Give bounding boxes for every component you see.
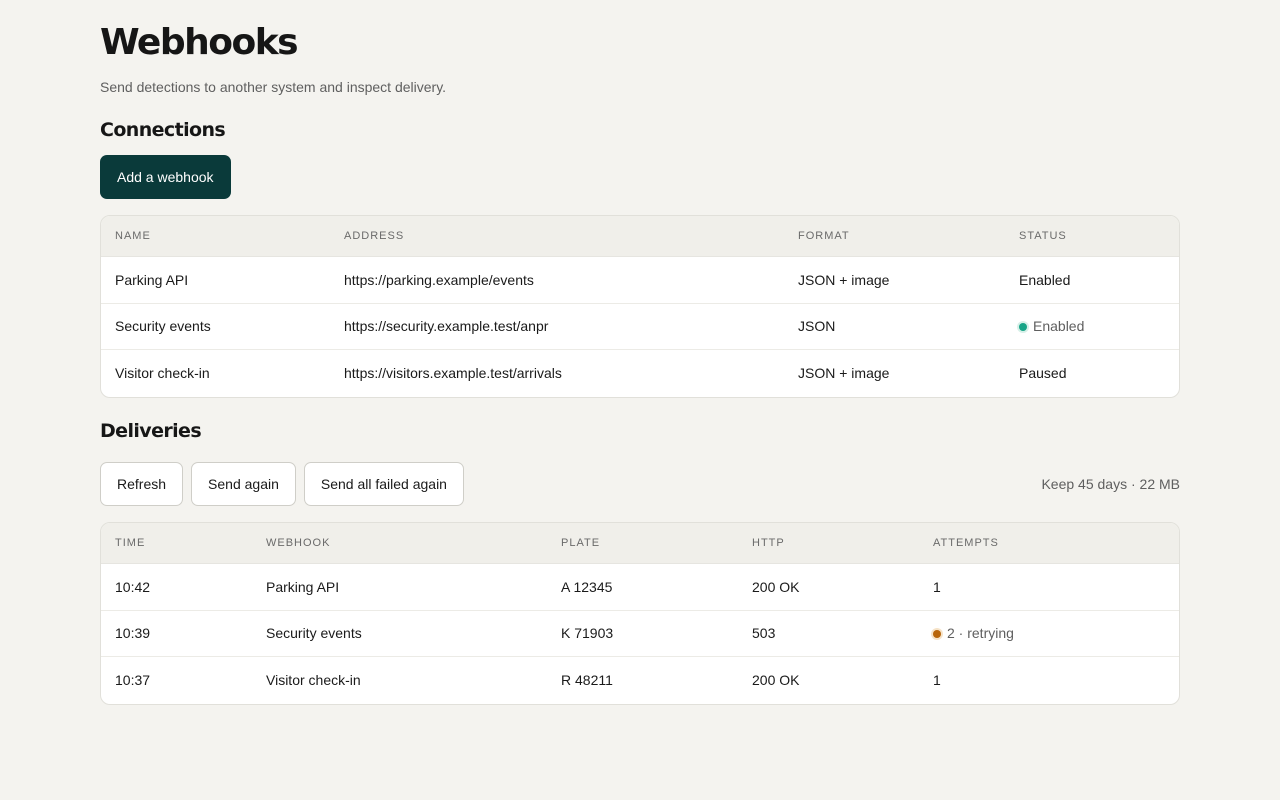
- connection-address: https://security.example.test/anpr: [344, 318, 549, 335]
- delivery-plate: A 12345: [561, 578, 613, 595]
- deliveries-heading: Deliveries: [100, 420, 202, 442]
- enabled-status-dot-icon: [1019, 322, 1027, 331]
- delivery-attempts: 1: [933, 672, 941, 689]
- delivery-webhook: Security events: [266, 625, 362, 642]
- add-webhook-button[interactable]: Add a webhook: [100, 155, 231, 199]
- retention-info: Keep 45 days · 22 MB: [1041, 476, 1180, 492]
- column-header-http: HTTP: [752, 537, 785, 549]
- delivery-plate: K 71903: [561, 625, 614, 642]
- delivery-row[interactable]: 10:37 Visitor check-in R 48211 200 OK 1: [101, 657, 1179, 704]
- connection-row-visitor-check-in[interactable]: Visitor check-in https://visitors.exampl…: [101, 350, 1179, 397]
- connection-row-parking-api[interactable]: Parking API https://parking.example/even…: [101, 257, 1179, 304]
- connection-name: Security events: [115, 318, 211, 335]
- connection-status: Enabled: [1005, 318, 1179, 334]
- send-again-button[interactable]: Send again: [191, 462, 296, 506]
- send-all-failed-again-button[interactable]: Send all failed again: [303, 462, 464, 506]
- delivery-attempts: 2 · retrying: [919, 625, 1179, 641]
- column-header-address: ADDRESS: [344, 230, 405, 242]
- refresh-button[interactable]: Refresh: [100, 462, 184, 506]
- delivery-webhook: Parking API: [266, 578, 340, 595]
- delivery-row[interactable]: 10:39 Security events K 71903 503 2 · re…: [101, 611, 1179, 657]
- connections-heading: Connections: [100, 119, 226, 141]
- connection-format: JSON: [798, 318, 836, 335]
- connection-status: Enabled: [1019, 271, 1071, 288]
- column-header-plate: PLATE: [561, 537, 601, 549]
- page-title: Webhooks: [100, 22, 299, 63]
- column-header-time: TIME: [115, 537, 146, 549]
- connection-name: Parking API: [115, 271, 189, 288]
- page-subtitle: Send detections to another system and in…: [100, 79, 447, 95]
- connection-status-label: Enabled: [1033, 318, 1085, 335]
- column-header-status: STATUS: [1019, 230, 1067, 242]
- connection-format: JSON + image: [798, 271, 890, 288]
- connection-row-security-events[interactable]: Security events https://security.example…: [101, 304, 1179, 350]
- delivery-http: 503: [752, 625, 776, 642]
- column-header-attempts: ATTEMPTS: [933, 537, 999, 549]
- delivery-plate: R 48211: [561, 672, 613, 689]
- column-header-webhook: WEBHOOK: [266, 537, 331, 549]
- deliveries-table: TIME WEBHOOK PLATE HTTP ATTEMPTS 10:42 P…: [100, 522, 1180, 705]
- column-header-format: FORMAT: [798, 230, 850, 242]
- delivery-row[interactable]: 10:42 Parking API A 12345 200 OK 1: [101, 564, 1179, 611]
- delivery-http: 200 OK: [752, 672, 800, 689]
- delivery-time: 10:39: [115, 625, 151, 642]
- connection-address: https://parking.example/events: [344, 271, 534, 288]
- delivery-attempts-label: 2 · retrying: [947, 625, 1014, 642]
- delivery-http: 200 OK: [752, 578, 800, 595]
- delivery-attempts: 1: [933, 578, 941, 595]
- connection-name: Visitor check-in: [115, 365, 210, 382]
- connection-format: JSON + image: [798, 365, 890, 382]
- delivery-webhook: Visitor check-in: [266, 672, 361, 689]
- connections-table-header: NAME ADDRESS FORMAT STATUS: [101, 216, 1179, 257]
- connection-address: https://visitors.example.test/arrivals: [344, 365, 562, 382]
- deliveries-toolbar: Refresh Send again Send all failed again: [100, 462, 464, 506]
- delivery-time: 10:37: [115, 672, 151, 689]
- column-header-name: NAME: [115, 230, 151, 242]
- retrying-status-dot-icon: [933, 629, 941, 638]
- deliveries-table-header: TIME WEBHOOK PLATE HTTP ATTEMPTS: [101, 523, 1179, 564]
- connection-status: Paused: [1019, 365, 1067, 382]
- connections-table: NAME ADDRESS FORMAT STATUS Parking API h…: [100, 215, 1180, 398]
- delivery-time: 10:42: [115, 578, 151, 595]
